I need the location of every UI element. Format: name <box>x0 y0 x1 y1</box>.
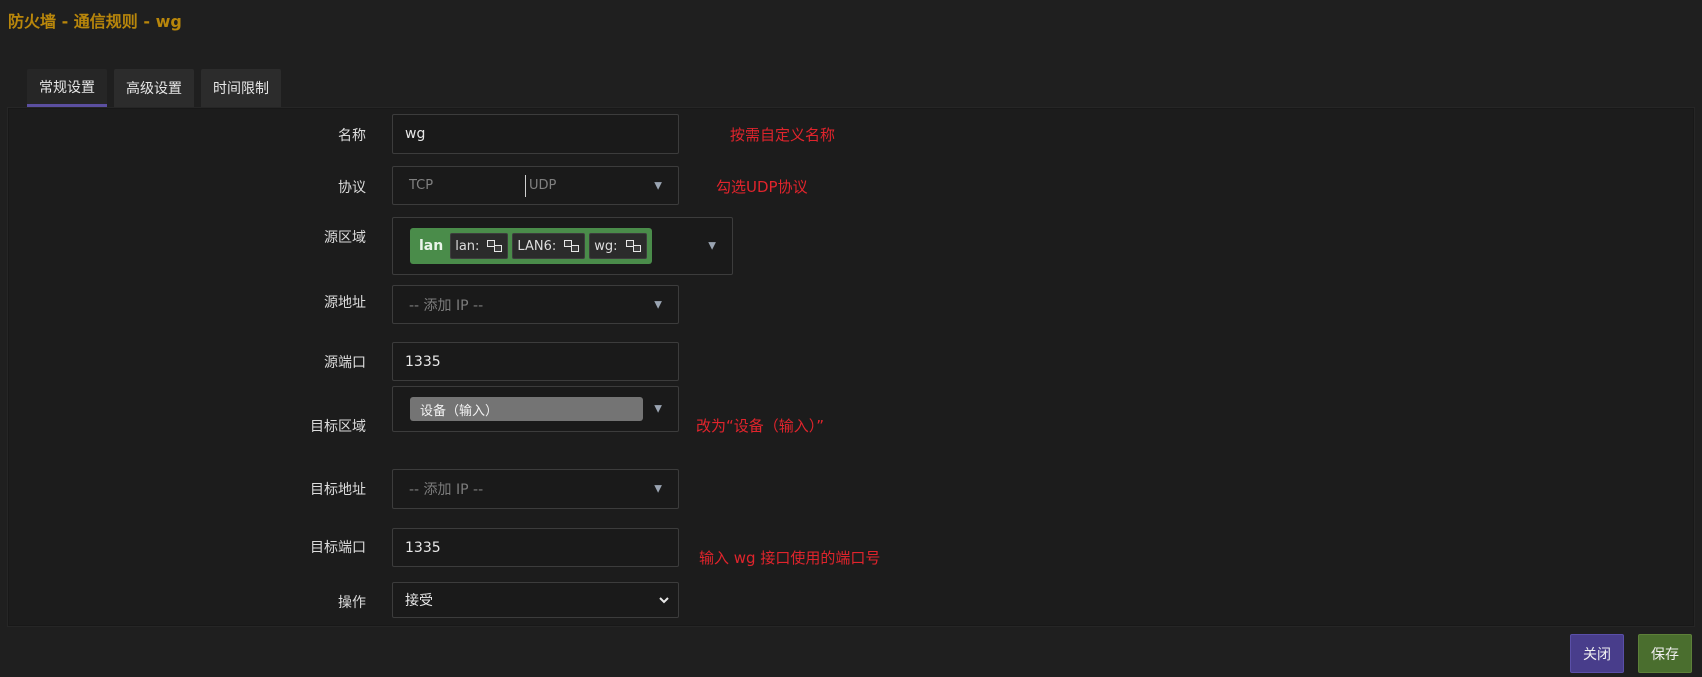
iface-wg: wg: <box>589 233 647 259</box>
dest-port-note: 输入 wg 接口使用的端口号 <box>699 549 881 567</box>
dest-zone-chip[interactable]: 设备（输入） <box>410 397 643 421</box>
close-button[interactable]: 关闭 <box>1570 634 1624 673</box>
dest-port-label: 目标端口 <box>310 540 366 556</box>
protocol-udp[interactable]: UDP <box>525 174 556 197</box>
network-icon <box>625 239 641 253</box>
action-value: 接受 <box>405 593 433 609</box>
src-addr-label: 源地址 <box>324 295 366 311</box>
protocol-tcp[interactable]: TCP <box>409 178 433 193</box>
dest-addr-placeholder: -- 添加 IP -- <box>409 482 484 498</box>
network-icon <box>487 239 503 253</box>
action-label: 操作 <box>338 595 366 611</box>
src-zone-select[interactable]: lan lan: LAN6: wg: ▼ <box>392 217 733 275</box>
action-select[interactable]: 接受 <box>392 582 679 618</box>
network-icon <box>564 239 580 253</box>
form-panel: 名称 wg 按需自定义名称 协议 TCP UDP ▼ 勾选UDP协议 源区域 l… <box>7 107 1695 627</box>
iface-lan: lan: <box>450 233 509 259</box>
chevron-down-icon[interactable]: ▼ <box>654 180 662 191</box>
zone-name: lan <box>419 238 444 254</box>
src-port-label: 源端口 <box>324 355 366 371</box>
dest-addr-label: 目标地址 <box>310 482 366 498</box>
save-button[interactable]: 保存 <box>1638 634 1692 673</box>
name-input[interactable]: wg <box>392 114 679 154</box>
src-addr-select[interactable]: -- 添加 IP -- ▼ <box>392 285 679 324</box>
chevron-down-icon[interactable] <box>658 594 670 606</box>
dest-zone-select[interactable]: 设备（输入） ▼ <box>392 386 679 432</box>
iface-lan6: LAN6: <box>512 233 586 259</box>
name-note: 按需自定义名称 <box>730 126 836 144</box>
chevron-down-icon[interactable]: ▼ <box>708 241 716 252</box>
dest-zone-label: 目标区域 <box>310 419 366 435</box>
src-zone-label: 源区域 <box>324 230 366 246</box>
tab-advanced[interactable]: 高级设置 <box>114 69 194 107</box>
src-port-value: 1335 <box>405 353 441 370</box>
tab-time[interactable]: 时间限制 <box>201 69 281 107</box>
zone-chip-lan[interactable]: lan lan: LAN6: wg: <box>410 228 652 264</box>
protocol-select[interactable]: TCP UDP ▼ <box>392 166 679 205</box>
dest-port-value: 1335 <box>405 539 441 556</box>
name-value: wg <box>405 126 426 142</box>
dest-zone-note: 改为“设备（输入）” <box>696 417 825 435</box>
tab-bar: 常规设置 高级设置 时间限制 <box>27 69 281 107</box>
chevron-down-icon[interactable]: ▼ <box>654 484 662 495</box>
page-title: 防火墙 - 通信规则 - wg <box>8 12 182 31</box>
dest-port-input[interactable]: 1335 <box>392 528 679 567</box>
src-addr-placeholder: -- 添加 IP -- <box>409 297 484 314</box>
dest-addr-select[interactable]: -- 添加 IP -- ▼ <box>392 469 679 509</box>
protocol-note: 勾选UDP协议 <box>716 178 808 196</box>
chevron-down-icon[interactable]: ▼ <box>654 299 662 310</box>
src-port-input[interactable]: 1335 <box>392 342 679 381</box>
name-label: 名称 <box>338 128 366 144</box>
chevron-down-icon[interactable]: ▼ <box>654 404 662 415</box>
protocol-label: 协议 <box>338 180 366 196</box>
tab-general[interactable]: 常规设置 <box>27 69 107 107</box>
